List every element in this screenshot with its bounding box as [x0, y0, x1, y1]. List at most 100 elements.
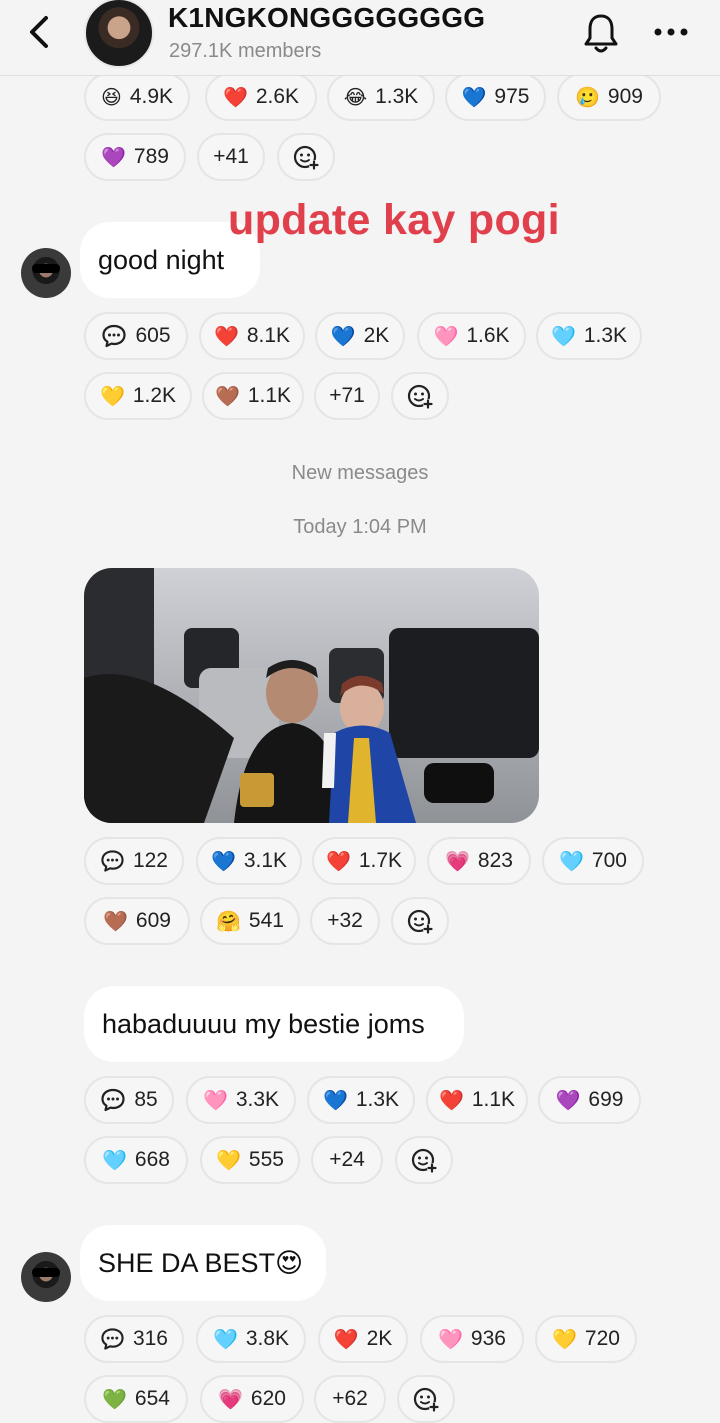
reaction-count: 909 — [607, 85, 643, 108]
reaction-pill[interactable]: 😆 4.9K — [84, 73, 190, 121]
add-reaction-button[interactable] — [391, 897, 449, 945]
chat-header: K1NGKONGGGGGGGG 297.1K members — [0, 0, 720, 76]
reaction-pill[interactable]: 💗 823 — [427, 837, 531, 885]
reaction-count: 1.1K — [247, 384, 292, 407]
reaction-emoji: 💛 — [216, 1148, 241, 1172]
add-reaction-button[interactable] — [391, 372, 449, 420]
reaction-pill[interactable]: ❤️ 2K — [318, 1315, 408, 1363]
more-reactions-pill[interactable]: +24 — [311, 1136, 383, 1184]
reaction-emoji: 💗 — [445, 849, 470, 873]
reaction-count: 555 — [248, 1148, 284, 1171]
group-avatar[interactable] — [84, 0, 154, 68]
comment-icon — [101, 1328, 124, 1350]
reaction-pill[interactable]: ❤️ 2.6K — [205, 73, 317, 121]
reaction-emoji: 💜 — [101, 145, 126, 169]
more-reactions-pill[interactable]: +71 — [314, 372, 380, 420]
photo-message[interactable] — [84, 568, 539, 823]
reaction-emoji: 🤎 — [214, 384, 240, 408]
add-reaction-icon — [293, 145, 319, 170]
more-reactions-pill[interactable]: +32 — [310, 897, 380, 945]
reaction-pill[interactable]: 💙 2K — [315, 312, 405, 360]
group-name[interactable]: K1NGKONGGGGGGGG — [168, 2, 485, 34]
reaction-count: 720 — [584, 1327, 620, 1350]
sender-avatar[interactable] — [21, 248, 71, 298]
reaction-emoji: 🩵 — [102, 1148, 127, 1172]
reaction-pill[interactable]: 💜 789 — [84, 133, 186, 181]
reaction-emoji: 💙 — [210, 849, 236, 873]
new-messages-divider: New messages — [291, 462, 429, 484]
back-arrow-icon[interactable] — [22, 12, 56, 52]
more-reactions-pill[interactable]: +62 — [314, 1375, 386, 1423]
reply-count-pill[interactable]: 316 — [84, 1315, 184, 1363]
reaction-count: 936 — [470, 1327, 506, 1350]
reply-count-pill[interactable]: 122 — [84, 837, 184, 885]
reaction-count: 1.6K — [466, 324, 510, 347]
reaction-pill[interactable]: 😂 1.3K — [327, 73, 435, 121]
reaction-count: 541 — [248, 909, 284, 932]
reaction-count: 3.3K — [235, 1088, 280, 1111]
reaction-count: 3.1K — [243, 849, 288, 872]
reaction-pill[interactable]: 🤎 1.1K — [202, 372, 304, 420]
more-options-icon[interactable] — [652, 26, 690, 38]
reply-count-pill[interactable]: 85 — [84, 1076, 174, 1124]
bell-icon[interactable] — [582, 12, 620, 54]
reaction-emoji: 🩷 — [438, 1327, 463, 1351]
reply-count: 122 — [132, 849, 168, 872]
reaction-emoji: 🩵 — [212, 1327, 238, 1351]
reaction-pill[interactable]: 🩵 1.3K — [536, 312, 642, 360]
reaction-pill[interactable]: 🤎 609 — [84, 897, 190, 945]
reaction-pill[interactable]: 💗 620 — [200, 1375, 304, 1423]
add-reaction-button[interactable] — [277, 133, 335, 181]
reaction-pill[interactable]: 💙 1.3K — [307, 1076, 415, 1124]
add-reaction-icon — [411, 1148, 437, 1173]
more-reactions-count: +24 — [329, 1148, 365, 1171]
reaction-emoji: ❤️ — [333, 1327, 359, 1351]
add-reaction-icon — [407, 384, 433, 409]
reaction-pill[interactable]: 🩷 936 — [420, 1315, 524, 1363]
reaction-pill[interactable]: 💛 1.2K — [84, 372, 192, 420]
reaction-count: 4.9K — [129, 85, 174, 108]
add-reaction-button[interactable] — [397, 1375, 455, 1423]
reaction-emoji: 💛 — [99, 384, 125, 408]
reaction-pill[interactable]: 💜 699 — [538, 1076, 641, 1124]
reaction-pill[interactable]: 🤗 541 — [200, 897, 300, 945]
reaction-pill[interactable]: ❤️ 8.1K — [199, 312, 305, 360]
reaction-count: 8.1K — [246, 324, 291, 347]
reaction-pill[interactable]: ❤️ 1.1K — [426, 1076, 528, 1124]
reaction-pill[interactable]: 💚 654 — [84, 1375, 188, 1423]
reaction-pill[interactable]: 🩵 668 — [84, 1136, 188, 1184]
reaction-pill[interactable]: 💛 555 — [200, 1136, 300, 1184]
reaction-emoji: ❤️ — [438, 1088, 464, 1112]
reaction-pill[interactable]: ❤️ 1.7K — [312, 837, 416, 885]
reaction-pill[interactable]: 🩵 700 — [542, 837, 644, 885]
reaction-emoji: 🩷 — [433, 324, 459, 348]
reaction-count: 2.6K — [255, 85, 300, 108]
reaction-emoji: 🩵 — [550, 324, 576, 348]
reaction-pill[interactable]: 🥲 909 — [557, 73, 661, 121]
message-text: good night — [98, 244, 225, 275]
reaction-pill[interactable]: 🩷 3.3K — [186, 1076, 296, 1124]
reaction-pill[interactable]: 💙 975 — [445, 73, 546, 121]
reaction-count: 699 — [588, 1088, 624, 1111]
reaction-emoji: ❤️ — [222, 85, 248, 109]
reaction-count: 2K — [366, 1327, 393, 1350]
reaction-pill[interactable]: 💛 720 — [535, 1315, 637, 1363]
message-bubble[interactable]: SHE DA BEST😍 — [80, 1225, 326, 1301]
more-reactions-pill[interactable]: +41 — [197, 133, 265, 181]
comment-icon — [101, 1088, 125, 1112]
add-reaction-button[interactable] — [395, 1136, 453, 1184]
sender-avatar[interactable] — [21, 1252, 71, 1302]
reaction-pill[interactable]: 🩷 1.6K — [417, 312, 526, 360]
reaction-pill[interactable]: 💙 3.1K — [196, 837, 302, 885]
reaction-emoji: 💙 — [461, 85, 487, 109]
overlay-caption: update kay pogi — [228, 196, 560, 244]
more-reactions-count: +32 — [327, 909, 363, 932]
reply-count-pill[interactable]: 605 — [84, 312, 188, 360]
reaction-count: 700 — [591, 849, 627, 872]
reaction-emoji: 💗 — [218, 1387, 243, 1411]
message-bubble[interactable]: habaduuuu my bestie joms — [84, 986, 464, 1062]
reaction-count: 609 — [135, 909, 171, 932]
more-reactions-count: +41 — [213, 145, 249, 168]
reaction-pill[interactable]: 🩵 3.8K — [196, 1315, 306, 1363]
reply-count: 85 — [134, 1088, 158, 1111]
